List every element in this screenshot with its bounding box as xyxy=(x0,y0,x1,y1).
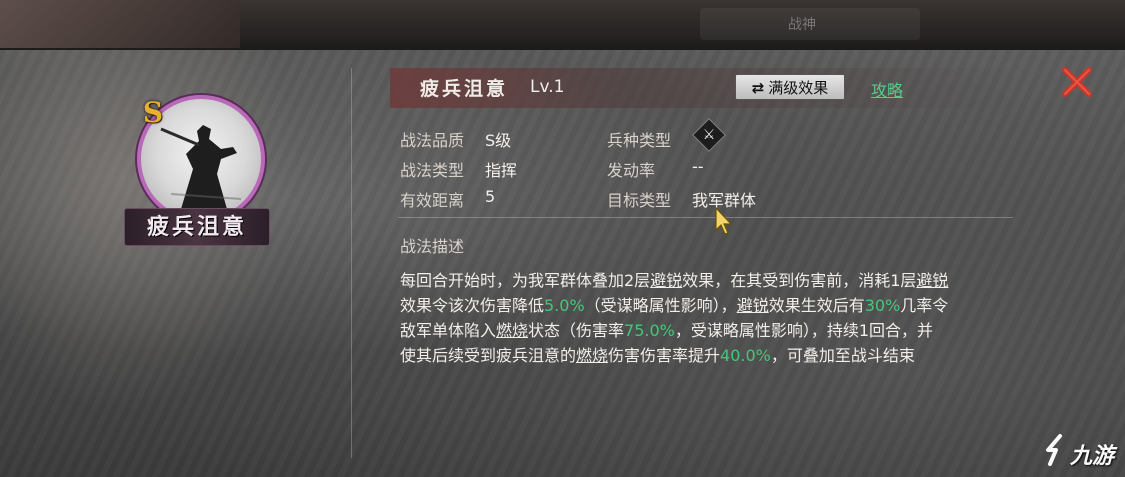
attr-range-value: 5 xyxy=(485,187,496,206)
top-bar-tab-label: 战神 xyxy=(788,17,816,33)
attr-quality-value: S级 xyxy=(485,131,512,150)
description-line: 效果令该次伤害降低5.0%（受谋略属性影响），避锐效果生效后有30%几率令 xyxy=(400,293,1025,318)
site-watermark: 九游 xyxy=(1040,432,1120,470)
attr-type-value: 指挥 xyxy=(485,161,518,180)
vertical-divider xyxy=(351,68,352,458)
desc-value: 30% xyxy=(864,296,901,315)
guide-link[interactable]: 攻略 xyxy=(871,77,903,101)
description-line: 敌军单体陷入燃烧状态（伤害率75.0%，受谋略属性影响），持续1回合，并 xyxy=(400,318,1025,343)
attr-type: 战法类型 指挥 xyxy=(400,157,517,181)
desc-text: 伤害伤害率提升 xyxy=(608,346,721,365)
skill-description: 每回合开始时，为我军群体叠加2层避锐效果，在其受到伤害前，消耗1层避锐 效果令该… xyxy=(400,268,1025,368)
description-line: 使其后续受到疲兵沮意的燃烧伤害伤害率提升40.0%，可叠加至战斗结束 xyxy=(400,343,1025,368)
attr-rate-value: -- xyxy=(692,157,704,176)
desc-text: 敌军单体陷入 xyxy=(400,321,497,340)
top-bar: 战神 xyxy=(0,0,1125,51)
horizontal-divider xyxy=(398,217,1013,218)
keyword-link[interactable]: 燃烧 xyxy=(576,346,608,365)
desc-text: 状态（伤害率 xyxy=(528,321,625,340)
attr-quality-key: 战法品质 xyxy=(400,131,465,150)
attr-target: 目标类型 我军群体 xyxy=(607,187,756,211)
description-line: 每回合开始时，为我军群体叠加2层避锐效果，在其受到伤害前，消耗1层避锐 xyxy=(400,268,1025,293)
attr-target-key: 目标类型 xyxy=(607,191,672,210)
attr-range-key: 有效距离 xyxy=(400,191,465,210)
keyword-link[interactable]: 避锐 xyxy=(737,296,769,315)
watermark-logo-icon xyxy=(1046,434,1062,466)
watermark-text: 九游 xyxy=(1070,444,1115,469)
top-bar-left-art xyxy=(0,0,240,48)
desc-text: 几率令 xyxy=(900,296,949,315)
desc-text: ，可叠加至战斗结束 xyxy=(770,346,915,365)
attr-rate: 发动率 -- xyxy=(607,157,704,181)
attr-type-key: 战法类型 xyxy=(400,161,465,180)
attr-troop: 兵种类型 xyxy=(607,127,671,151)
top-bar-tab[interactable]: 战神 xyxy=(700,8,920,40)
swap-arrows-icon: ⇄ xyxy=(751,79,765,97)
max-level-effect-label: 满级效果 xyxy=(768,79,829,97)
attr-range: 有效距离 5 xyxy=(400,187,495,211)
keyword-link[interactable]: 燃烧 xyxy=(496,321,528,340)
desc-text: （受谋略属性影响）， xyxy=(584,296,737,315)
desc-text: 效果，在其受到伤害前，消耗1层 xyxy=(682,271,917,290)
skill-title: 疲兵沮意 xyxy=(420,78,509,100)
description-title: 战法描述 xyxy=(400,237,465,256)
skill-level: Lv.1 xyxy=(530,77,565,97)
desc-text: 效果令该次伤害降低 xyxy=(400,296,545,315)
desc-value: 5.0% xyxy=(544,296,585,315)
keyword-link[interactable]: 避锐 xyxy=(916,271,948,290)
desc-text: ，受谋略属性影响），持续1回合，并 xyxy=(674,321,934,340)
desc-value: 40.0% xyxy=(720,346,771,365)
attr-rate-key: 发动率 xyxy=(607,161,656,180)
max-level-effect-button[interactable]: ⇄ 满级效果 xyxy=(735,74,845,100)
close-icon[interactable] xyxy=(1059,64,1095,100)
grade-badge: S xyxy=(142,96,164,129)
desc-value: 75.0% xyxy=(624,321,675,340)
desc-text: 使其后续受到疲兵沮意的 xyxy=(400,346,577,365)
desc-text: 每回合开始时，为我军群体叠加2层 xyxy=(400,271,651,290)
attr-troop-key: 兵种类型 xyxy=(607,131,672,150)
desc-text: 效果生效后有 xyxy=(768,296,865,315)
keyword-link[interactable]: 避锐 xyxy=(650,271,682,290)
attr-quality: 战法品质 S级 xyxy=(400,127,511,151)
mouse-cursor-icon xyxy=(715,206,733,235)
hero-name-plate: 疲兵沮意 xyxy=(124,208,270,246)
